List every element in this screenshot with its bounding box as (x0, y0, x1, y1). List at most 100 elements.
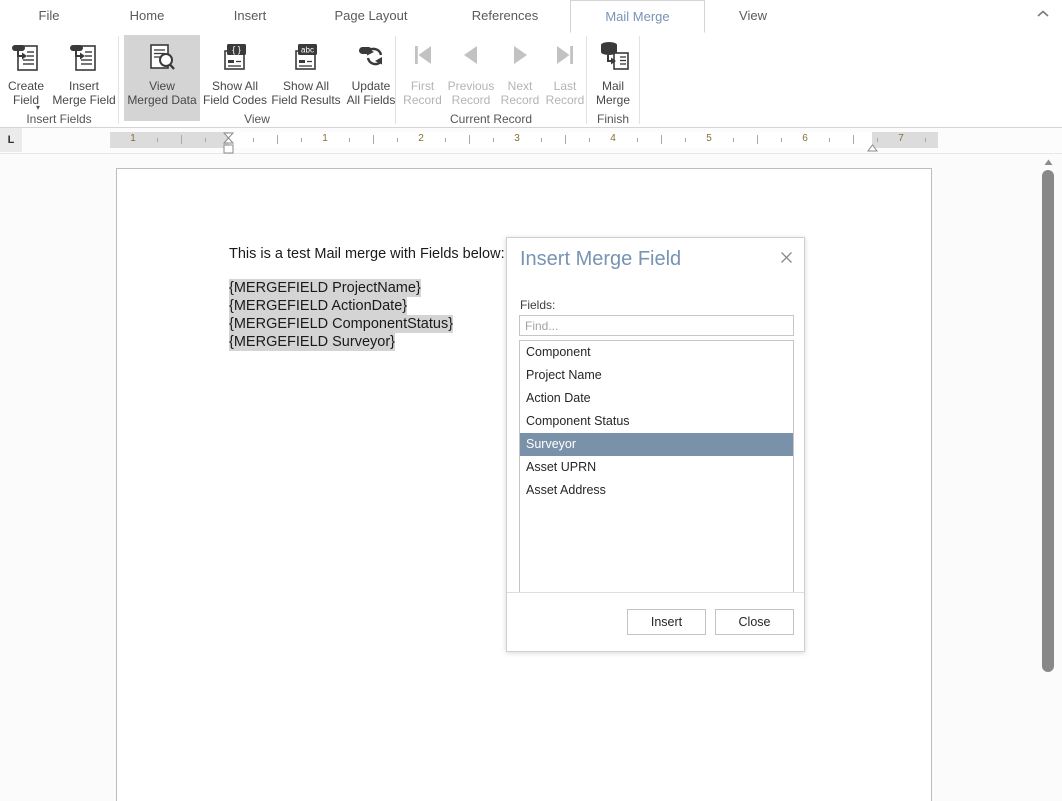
ribbon-panel: Insert Fields▾Create FieldInsert Merge F… (0, 32, 1062, 128)
ruler-tick-half (565, 135, 566, 144)
tab-view[interactable]: View (714, 0, 792, 32)
mail-merge-button[interactable]: Mail Merge (589, 35, 637, 121)
ruler-tick-half (757, 135, 758, 144)
ruler-tick-half (373, 135, 374, 144)
insert-merge-field-dialog: Insert Merge Field Fields: ComponentProj… (506, 237, 805, 652)
tab-mail-merge[interactable]: Mail Merge (570, 0, 705, 33)
show-all-field-codes-button[interactable]: { }Show All Field Codes (200, 35, 270, 121)
intro-paragraph: This is a test Mail merge with Fields be… (229, 245, 505, 263)
left-indent-marker[interactable] (223, 132, 234, 154)
previous-record-button: Previous Record (445, 35, 497, 121)
list-item[interactable]: Asset Address (520, 479, 793, 502)
close-icon[interactable] (776, 250, 796, 270)
merge-field-code[interactable]: {MERGEFIELD Surveyor} (229, 333, 395, 351)
ruler-tick-half (661, 135, 662, 144)
ruler-tick (589, 138, 590, 142)
ruler-tick (493, 138, 494, 142)
tab-page-layout[interactable]: Page Layout (320, 0, 422, 32)
horizontal-ruler[interactable]: 11234567 (110, 132, 938, 148)
update-all-fields-button[interactable]: Update All Fields (342, 35, 400, 121)
button-label: View Merged Data (124, 79, 200, 107)
ruler-tick (829, 138, 830, 142)
ruler-tick (301, 138, 302, 142)
list-item[interactable]: Asset UPRN (520, 456, 793, 479)
button-label: Next Record (497, 79, 543, 107)
ruler-tick (685, 138, 686, 142)
ruler-number: 3 (514, 133, 520, 144)
tab-insert[interactable]: Insert (211, 0, 289, 32)
ruler-number: 4 (610, 133, 616, 144)
field-codes-icon: { } (200, 40, 270, 76)
ruler-tick (157, 138, 158, 142)
ruler-tick-half (469, 135, 470, 144)
insert-field-icon (50, 40, 118, 76)
tab-file[interactable]: File (10, 0, 88, 32)
document-body-text[interactable]: This is a test Mail merge with Fields be… (229, 245, 505, 351)
group-separator (639, 36, 640, 124)
first-record-button: First Record (400, 35, 445, 121)
tab-stop-selector-button[interactable]: L (0, 128, 22, 152)
merge-field-line[interactable]: {MERGEFIELD ComponentStatus} (229, 315, 505, 333)
merge-field-line[interactable]: {MERGEFIELD ActionDate} (229, 297, 505, 315)
tab-references[interactable]: References (455, 0, 555, 32)
field-results-icon: abc (270, 40, 342, 76)
right-indent-marker[interactable] (867, 141, 878, 149)
vertical-scrollbar[interactable] (1034, 154, 1062, 801)
merge-field-line[interactable]: {MERGEFIELD ProjectName} (229, 279, 505, 297)
svg-text:abc: abc (301, 46, 314, 55)
ruler-bar: L 11234567 (0, 128, 1062, 154)
ruler-tick-half (277, 135, 278, 144)
merge-field-code[interactable]: {MERGEFIELD ProjectName} (229, 279, 421, 297)
merge-field-code[interactable]: {MERGEFIELD ComponentStatus} (229, 315, 453, 333)
button-label: Update All Fields (342, 79, 400, 107)
find-input[interactable] (519, 315, 794, 336)
ruler-tick (349, 138, 350, 142)
create-field-button[interactable]: Create Field (2, 35, 50, 121)
tab-home[interactable]: Home (108, 0, 186, 32)
ruler-tick (397, 138, 398, 142)
ruler-number: 1 (130, 133, 136, 144)
ruler-tick (637, 138, 638, 142)
scrollbar-thumb[interactable] (1042, 170, 1054, 672)
mail-merge-db-icon (589, 40, 637, 76)
ruler-tick (781, 138, 782, 142)
ruler-tick-half (181, 135, 182, 144)
refresh-icon (342, 40, 400, 76)
last-record-button: Last Record (543, 35, 587, 121)
list-item[interactable]: Surveyor (520, 433, 793, 456)
last-record-icon (543, 40, 587, 76)
ruler-number: 1 (322, 133, 328, 144)
view-merged-data-button[interactable]: View Merged Data (124, 35, 200, 121)
ruler-number: 6 (802, 133, 808, 144)
button-label: Last Record (543, 79, 587, 107)
list-item[interactable]: Project Name (520, 364, 793, 387)
ruler-tick (445, 138, 446, 142)
chevron-up-icon[interactable] (1032, 4, 1054, 26)
merge-field-code[interactable]: {MERGEFIELD ActionDate} (229, 297, 407, 315)
ruler-number: 5 (706, 133, 712, 144)
ruler-right-margin-zone (872, 132, 938, 148)
insert-field-icon (2, 40, 50, 76)
ruler-tick (541, 138, 542, 142)
merge-field-line[interactable]: {MERGEFIELD Surveyor} (229, 333, 505, 351)
list-item[interactable]: Component Status (520, 410, 793, 433)
cancel-button[interactable]: Close (715, 609, 794, 635)
ribbon-tabstrip: File Home Insert Page Layout References Mail … (0, 0, 1062, 33)
fields-listbox[interactable]: ComponentProject NameAction DateComponen… (519, 340, 794, 593)
dialog-title: Insert Merge Field (520, 248, 681, 271)
list-item[interactable]: Action Date (520, 387, 793, 410)
scroll-up-arrow-icon[interactable] (1041, 158, 1055, 168)
ruler-tick (925, 138, 926, 142)
ruler-tick (253, 138, 254, 142)
insert-button[interactable]: Insert (627, 609, 706, 635)
ruler-number: 7 (898, 133, 904, 144)
show-all-field-results-button[interactable]: abc Show All Field Results (270, 35, 342, 121)
first-record-icon (400, 40, 445, 76)
ruler-tick-half (853, 135, 854, 144)
previous-record-icon (445, 40, 497, 76)
next-record-button: Next Record (497, 35, 543, 121)
button-label: Show All Field Results (270, 79, 342, 107)
list-item[interactable]: Component (520, 341, 793, 364)
insert-merge-field-button[interactable]: Insert Merge Field (50, 35, 118, 121)
fields-label: Fields: (520, 298, 555, 312)
